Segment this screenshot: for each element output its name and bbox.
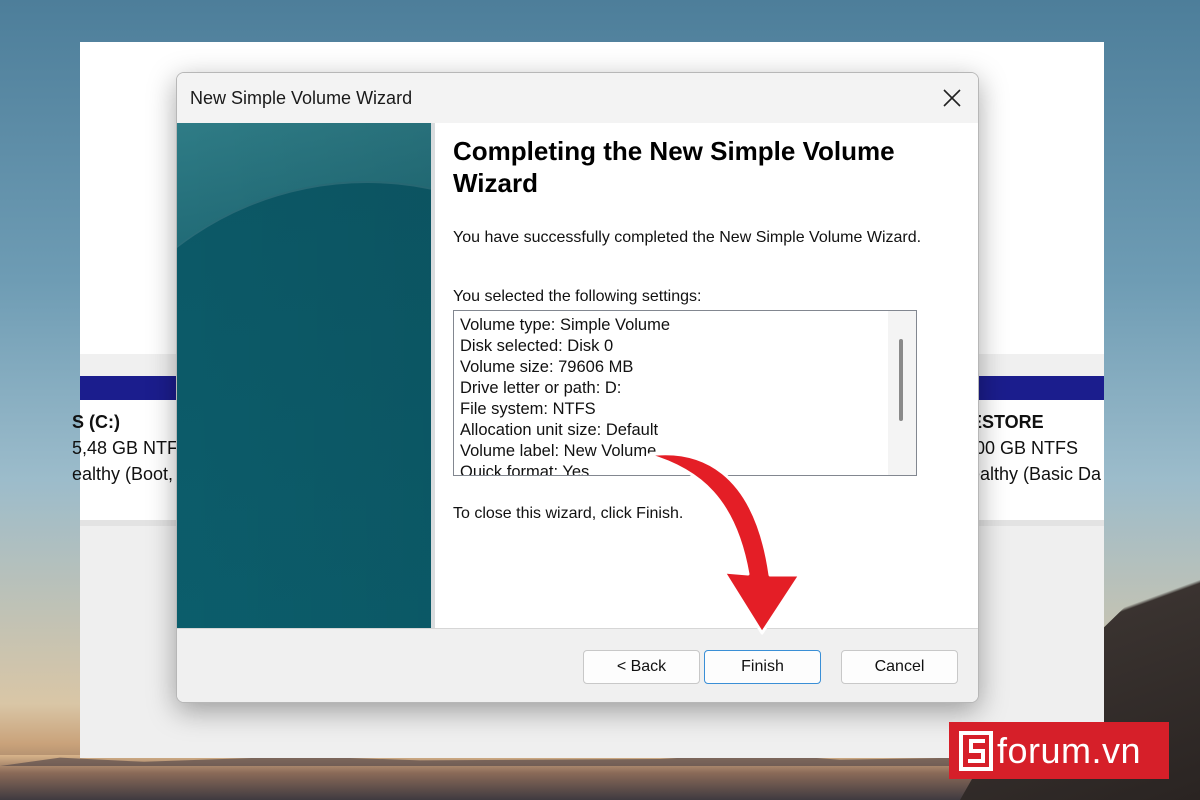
partition-restore[interactable]: ESTORE ,00 GB NTFS ealthy (Basic Da xyxy=(970,409,1101,487)
close-button[interactable] xyxy=(926,73,978,123)
settings-label: You selected the following settings: xyxy=(453,288,702,305)
cancel-button[interactable]: Cancel xyxy=(841,650,958,684)
setting-item: Quick format: Yes xyxy=(460,463,590,476)
settings-list: Volume type: Simple Volume Disk selected… xyxy=(460,315,880,476)
close-icon xyxy=(943,89,961,107)
sforum-logo-icon xyxy=(959,730,995,771)
partition-restore-name: ESTORE xyxy=(970,412,1044,432)
wizard-side-banner xyxy=(177,123,431,628)
new-simple-volume-wizard-dialog: New Simple Volume Wizard Completing the … xyxy=(176,72,979,703)
scrollbar-thumb[interactable] xyxy=(899,339,903,421)
setting-item: Disk selected: Disk 0 xyxy=(460,337,614,355)
finish-button[interactable]: Finish xyxy=(704,650,821,684)
watermark-text: forum.vn xyxy=(997,729,1142,771)
setting-item: File system: NTFS xyxy=(460,400,596,418)
partition-restore-status: ealthy (Basic Da xyxy=(970,464,1102,484)
setting-item: Volume label: New Volume xyxy=(460,442,657,460)
setting-item: Volume type: Simple Volume xyxy=(460,316,671,334)
settings-listbox[interactable]: Volume type: Simple Volume Disk selected… xyxy=(453,310,917,476)
partition-c[interactable]: S (C:) 5,48 GB NTF ealthy (Boot, xyxy=(72,409,178,487)
dialog-titlebar[interactable]: New Simple Volume Wizard xyxy=(177,73,978,123)
partition-c-name: S (C:) xyxy=(72,412,120,432)
partition-c-size: 5,48 GB NTF xyxy=(72,438,179,458)
setting-item: Drive letter or path: D: xyxy=(460,379,622,397)
close-hint: To close this wizard, click Finish. xyxy=(453,505,684,522)
partition-restore-size: ,00 GB NTFS xyxy=(970,438,1079,458)
dialog-footer: < Back Finish Cancel xyxy=(177,628,978,702)
sforum-watermark: forum.vn xyxy=(949,722,1169,779)
setting-item: Allocation unit size: Default xyxy=(460,421,659,439)
wizard-content: Completing the New Simple Volume Wizard … xyxy=(435,123,978,628)
settings-scrollbar[interactable] xyxy=(888,311,916,475)
back-button[interactable]: < Back xyxy=(583,650,700,684)
wizard-heading: Completing the New Simple Volume Wizard xyxy=(453,136,895,198)
setting-item: Volume size: 79606 MB xyxy=(460,358,634,376)
success-message: You have successfully completed the New … xyxy=(453,229,922,246)
partition-c-status: ealthy (Boot, xyxy=(72,464,174,484)
dialog-title: New Simple Volume Wizard xyxy=(190,88,413,108)
